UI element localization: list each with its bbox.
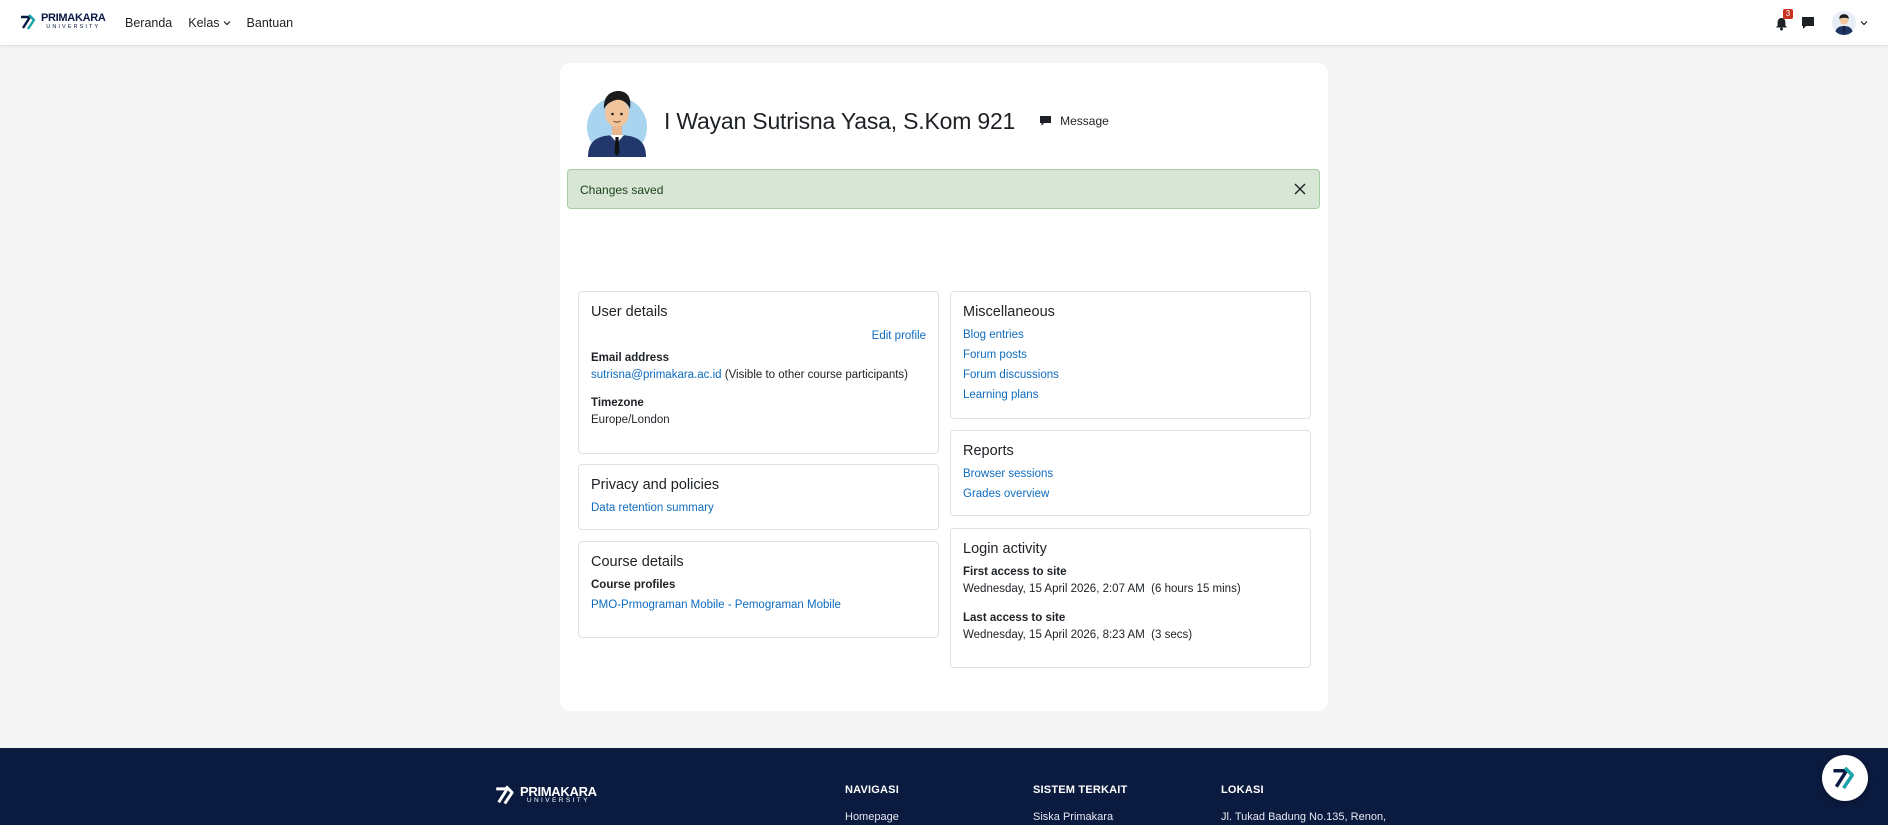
alert-text: Changes saved bbox=[580, 183, 664, 197]
nav-kelas-label: Kelas bbox=[188, 15, 220, 30]
browser-sessions-link[interactable]: Browser sessions bbox=[963, 468, 1053, 480]
user-menu-toggle[interactable] bbox=[1832, 10, 1868, 35]
message-icon bbox=[1040, 116, 1052, 126]
page-title: I Wayan Sutrisna Yasa, S.Kom 921 bbox=[664, 107, 1016, 134]
avatar bbox=[1832, 10, 1856, 35]
blog-entries-link[interactable]: Blog entries bbox=[963, 329, 1024, 341]
navbar-actions: 3 bbox=[1774, 0, 1868, 45]
success-alert: Changes saved bbox=[567, 169, 1320, 209]
profile-avatar-icon bbox=[587, 91, 647, 157]
message-button-label: Message bbox=[1060, 114, 1109, 128]
footer-homepage-link[interactable]: Homepage bbox=[845, 811, 899, 823]
footer-siska-link[interactable]: Siska Primakara bbox=[1033, 811, 1127, 823]
email-visibility-note: (Visible to other course participants) bbox=[724, 369, 909, 381]
notification-count-badge: 3 bbox=[1783, 8, 1793, 19]
profile-card: I Wayan Sutrisna Yasa, S.Kom 921 Message… bbox=[560, 63, 1328, 711]
last-access-label: Last access to site bbox=[963, 612, 1066, 624]
message-button[interactable]: Message bbox=[1039, 114, 1109, 128]
footer-heading: NAVIGASI bbox=[845, 784, 899, 796]
section-title: Reports bbox=[963, 443, 1014, 459]
bell-icon bbox=[1776, 17, 1787, 30]
site-footer: PRIMAKARA UNIVERSITY NAVIGASI Homepage S… bbox=[0, 748, 1888, 825]
brand-name: PRIMAKARA bbox=[41, 12, 106, 25]
nav-beranda[interactable]: Beranda bbox=[125, 16, 172, 30]
brand-logo[interactable]: PRIMAKARA UNIVERSITY bbox=[20, 13, 106, 31]
learning-plans-link[interactable]: Learning plans bbox=[963, 389, 1038, 401]
primakara-logo-icon bbox=[1833, 766, 1854, 790]
footer-address: Jl. Tukad Badung No.135, Renon, bbox=[1221, 811, 1387, 823]
footer-brand-logo[interactable]: PRIMAKARA UNIVERSITY bbox=[495, 784, 597, 806]
section-title: Login activity bbox=[963, 541, 1047, 557]
forum-posts-link[interactable]: Forum posts bbox=[963, 349, 1027, 361]
primakara-logo-icon bbox=[21, 14, 36, 30]
user-avatar-icon bbox=[1832, 10, 1856, 35]
login-activity-section: Login activity First access to site Wedn… bbox=[950, 528, 1311, 668]
first-access-value: Wednesday, 15 April 2026, 2:07 AM (6 hou… bbox=[963, 583, 1241, 595]
chevron-down-icon bbox=[223, 20, 230, 25]
footer-heading: SISTEM TERKAIT bbox=[1033, 784, 1128, 796]
notifications-button[interactable]: 3 bbox=[1774, 8, 1793, 31]
email-label: Email address bbox=[591, 352, 669, 364]
nav-kelas[interactable]: Kelas bbox=[188, 16, 230, 30]
timezone-label: Timezone bbox=[591, 397, 644, 409]
chevron-down-icon bbox=[1860, 20, 1868, 25]
data-retention-link[interactable]: Data retention summary bbox=[591, 502, 714, 514]
grades-overview-link[interactable]: Grades overview bbox=[963, 488, 1049, 500]
edit-profile-link[interactable]: Edit profile bbox=[872, 330, 926, 342]
primakara-logo-icon bbox=[496, 785, 514, 805]
footer-col-navigasi: NAVIGASI Homepage bbox=[845, 784, 899, 823]
messages-icon[interactable] bbox=[1800, 15, 1816, 31]
nav-bantuan[interactable]: Bantuan bbox=[247, 16, 294, 30]
section-title: Miscellaneous bbox=[963, 304, 1055, 320]
user-details-section: User details Edit profile Email address … bbox=[578, 291, 939, 454]
footer-col-lokasi: LOKASI Jl. Tukad Badung No.135, Renon, bbox=[1221, 784, 1386, 823]
course-profiles-label: Course profiles bbox=[591, 579, 676, 591]
profile-header: I Wayan Sutrisna Yasa, S.Kom 921 Message bbox=[586, 85, 1109, 157]
section-title: User details bbox=[591, 304, 668, 320]
chat-assistant-button[interactable] bbox=[1822, 755, 1868, 801]
close-icon[interactable] bbox=[1293, 182, 1307, 196]
top-navbar: PRIMAKARA UNIVERSITY Beranda Kelas Bantu… bbox=[0, 0, 1888, 46]
forum-discussions-link[interactable]: Forum discussions bbox=[963, 369, 1059, 381]
footer-brand-subtitle: UNIVERSITY bbox=[526, 797, 590, 805]
reports-section: Reports Browser sessions Grades overview bbox=[950, 430, 1311, 516]
course-link[interactable]: PMO-Prmograman Mobile - Pemograman Mobil… bbox=[591, 599, 841, 611]
email-link[interactable]: sutrisna@primakara.ac.id bbox=[591, 369, 722, 381]
miscellaneous-section: Miscellaneous Blog entries Forum posts F… bbox=[950, 291, 1311, 419]
footer-heading: LOKASI bbox=[1221, 784, 1264, 796]
privacy-section: Privacy and policies Data retention summ… bbox=[578, 464, 939, 530]
brand-subtitle: UNIVERSITY bbox=[46, 24, 101, 31]
first-access-label: First access to site bbox=[963, 566, 1067, 578]
section-title: Course details bbox=[591, 554, 684, 570]
course-details-section: Course details Course profiles PMO-Prmog… bbox=[578, 541, 939, 638]
primary-nav: Beranda Kelas Bantuan bbox=[125, 0, 293, 45]
timezone-value: Europe/London bbox=[591, 414, 670, 426]
footer-col-sistem: SISTEM TERKAIT Siska Primakara bbox=[1033, 784, 1127, 823]
section-title: Privacy and policies bbox=[591, 477, 720, 493]
last-access-value: Wednesday, 15 April 2026, 8:23 AM (3 sec… bbox=[963, 629, 1193, 641]
